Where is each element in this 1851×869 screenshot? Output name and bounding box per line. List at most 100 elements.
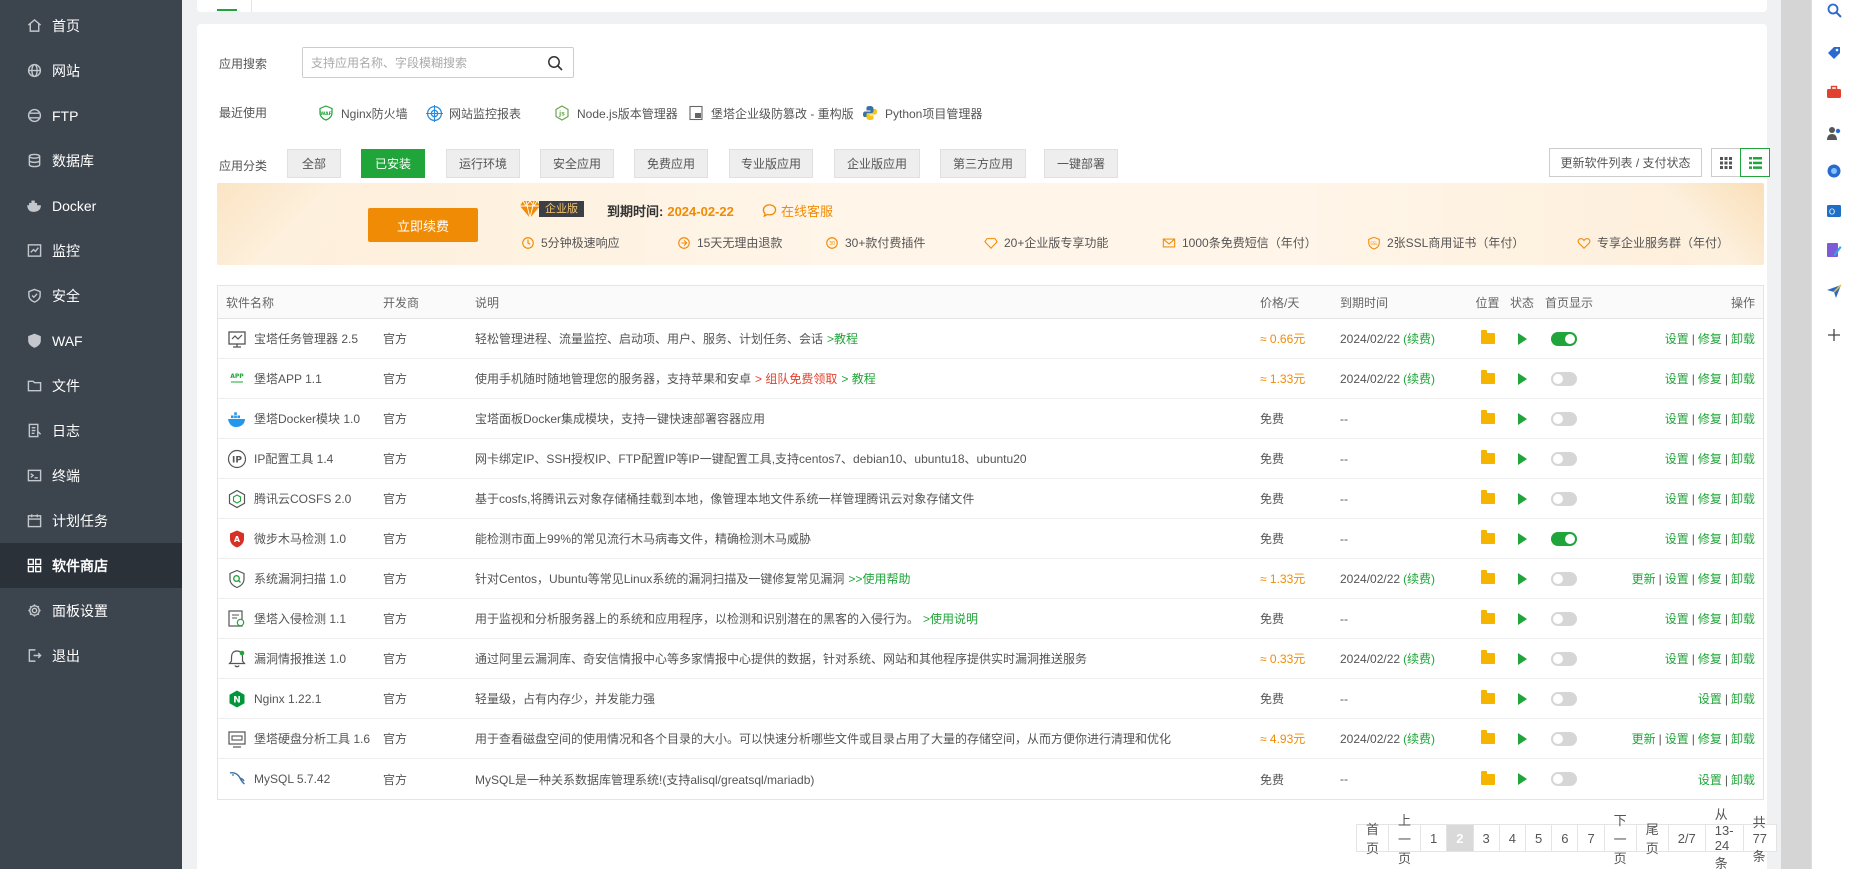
op-link-0[interactable]: 设置	[1665, 612, 1689, 626]
op-link-2[interactable]: 卸载	[1731, 612, 1755, 626]
category-tab-7[interactable]: 第三方应用	[940, 149, 1026, 178]
home-display-toggle[interactable]	[1551, 651, 1577, 666]
op-link-1[interactable]: 卸载	[1731, 773, 1755, 787]
op-link-0[interactable]: 设置	[1665, 412, 1689, 426]
home-display-toggle[interactable]	[1551, 491, 1577, 506]
op-link-0[interactable]: 设置	[1665, 532, 1689, 546]
play-icon[interactable]	[1517, 652, 1527, 665]
sidebar-item-log[interactable]: 日志	[0, 408, 182, 453]
people-icon[interactable]	[1826, 125, 1842, 141]
op-link-0[interactable]: 设置	[1665, 452, 1689, 466]
op-link-3[interactable]: 卸载	[1731, 572, 1755, 586]
app-name-cell[interactable]: N Nginx 1.22.1	[218, 688, 383, 710]
app-name-cell[interactable]: 堡塔入侵检测 1.1	[218, 608, 383, 630]
category-tab-0[interactable]: 全部	[287, 149, 341, 178]
folder-icon[interactable]	[1480, 650, 1495, 664]
pager-page-2[interactable]: 2	[1446, 824, 1474, 852]
category-tab-3[interactable]: 安全应用	[540, 149, 614, 178]
play-icon[interactable]	[1517, 332, 1527, 345]
folder-icon[interactable]	[1480, 330, 1495, 344]
op-link-1[interactable]: 修复	[1698, 612, 1722, 626]
category-tab-4[interactable]: 免费应用	[634, 149, 708, 178]
tutorial-link[interactable]: >教程	[827, 332, 858, 346]
op-link-0[interactable]: 设置	[1698, 773, 1722, 787]
sidebar-item-monitor[interactable]: 监控	[0, 228, 182, 273]
sidebar-item-terminal[interactable]: 终端	[0, 453, 182, 498]
app-name-cell[interactable]: 腾讯云COSFS 2.0	[218, 488, 383, 510]
folder-icon[interactable]	[1480, 690, 1495, 704]
app-name-cell[interactable]: 漏洞情报推送 1.0	[218, 648, 383, 670]
op-link-2[interactable]: 卸载	[1731, 492, 1755, 506]
op-link-1[interactable]: 修复	[1698, 332, 1722, 346]
search-icon[interactable]	[1826, 2, 1842, 18]
op-link-0[interactable]: 更新	[1632, 572, 1656, 586]
category-tab-2[interactable]: 运行环境	[446, 149, 520, 178]
op-link-1[interactable]: 修复	[1698, 412, 1722, 426]
pager-page-7[interactable]: 7	[1577, 824, 1605, 852]
play-icon[interactable]	[1517, 532, 1527, 545]
category-tab-6[interactable]: 企业版应用	[834, 149, 920, 178]
app-name-cell[interactable]: 宝塔任务管理器 2.5	[218, 328, 383, 350]
op-link-0[interactable]: 设置	[1665, 372, 1689, 386]
pager-page-4[interactable]: 4	[1498, 824, 1526, 852]
recent-item-nodejs[interactable]: js Node.js版本管理器	[553, 104, 678, 122]
renew-now-button[interactable]: 立即续费	[368, 208, 478, 242]
op-link-0[interactable]: 设置	[1665, 332, 1689, 346]
app-name-cell[interactable]: 堡塔Docker模块 1.0	[218, 408, 383, 430]
sidebar-item-waf-shield[interactable]: WAF	[0, 318, 182, 363]
play-icon[interactable]	[1517, 773, 1527, 785]
home-display-toggle[interactable]	[1551, 531, 1577, 546]
category-tab-1[interactable]: 已安装	[361, 149, 425, 178]
op-link-2[interactable]: 卸载	[1731, 372, 1755, 386]
op-link-0[interactable]: 设置	[1698, 692, 1722, 706]
renew-link[interactable]: (续费)	[1403, 652, 1435, 666]
sidebar-item-calendar[interactable]: 计划任务	[0, 498, 182, 543]
folder-icon[interactable]	[1480, 450, 1495, 464]
recent-item-tamper-proof[interactable]: 堡塔企业级防篡改 - 重构版	[687, 104, 854, 122]
op-link-1[interactable]: 修复	[1698, 532, 1722, 546]
home-display-toggle[interactable]	[1551, 331, 1577, 346]
play-icon[interactable]	[1517, 732, 1527, 745]
send-icon[interactable]	[1826, 283, 1842, 299]
op-link-1[interactable]: 修复	[1698, 372, 1722, 386]
edit-pencil-icon[interactable]	[1826, 242, 1842, 258]
pager-first[interactable]: 首页	[1356, 822, 1390, 856]
page-scrollbar-thumb[interactable]	[1781, 0, 1811, 869]
op-link-2[interactable]: 卸载	[1731, 412, 1755, 426]
play-icon[interactable]	[1517, 612, 1527, 625]
pager-prev[interactable]: 上一页	[1388, 813, 1422, 866]
op-link-2[interactable]: 卸载	[1731, 652, 1755, 666]
category-tab-5[interactable]: 专业版应用	[729, 149, 813, 178]
op-link-2[interactable]: 修复	[1698, 732, 1722, 746]
op-link-0[interactable]: 更新	[1632, 732, 1656, 746]
search-input[interactable]	[303, 48, 533, 77]
online-service-link[interactable]: 在线客服	[762, 201, 833, 220]
folder-icon[interactable]	[1480, 530, 1495, 544]
op-link-1[interactable]: 设置	[1665, 732, 1689, 746]
sidebar-item-ftp[interactable]: FTP	[0, 93, 182, 138]
sidebar-item-logout[interactable]: 退出	[0, 633, 182, 678]
folder-icon[interactable]	[1480, 410, 1495, 424]
folder-icon[interactable]	[1480, 730, 1495, 744]
recent-item-python[interactable]: Python项目管理器	[861, 104, 982, 122]
tutorial-link[interactable]: >>使用帮助	[848, 572, 910, 586]
copilot-icon[interactable]	[1826, 163, 1842, 179]
renew-link[interactable]: (续费)	[1403, 372, 1435, 386]
pager-page-1[interactable]: 1	[1420, 824, 1448, 852]
renew-link[interactable]: (续费)	[1403, 572, 1435, 586]
folder-icon[interactable]	[1480, 370, 1495, 384]
list-view-button[interactable]	[1740, 148, 1770, 177]
sidebar-item-home[interactable]: 首页	[0, 3, 182, 48]
play-icon[interactable]	[1517, 692, 1527, 705]
search-icon[interactable]	[547, 55, 563, 71]
tutorial-link[interactable]: > 教程	[841, 372, 875, 386]
play-icon[interactable]	[1517, 492, 1527, 505]
home-display-toggle[interactable]	[1551, 772, 1577, 786]
op-link-2[interactable]: 卸载	[1731, 452, 1755, 466]
pager-next[interactable]: 下一页	[1603, 813, 1637, 866]
renew-link[interactable]: (续费)	[1403, 732, 1435, 746]
sidebar-item-grid[interactable]: 软件商店	[0, 543, 182, 588]
op-link-1[interactable]: 设置	[1665, 572, 1689, 586]
app-name-cell[interactable]: A 微步木马检测 1.0	[218, 528, 383, 550]
app-name-cell[interactable]: IP IP配置工具 1.4	[218, 448, 383, 470]
